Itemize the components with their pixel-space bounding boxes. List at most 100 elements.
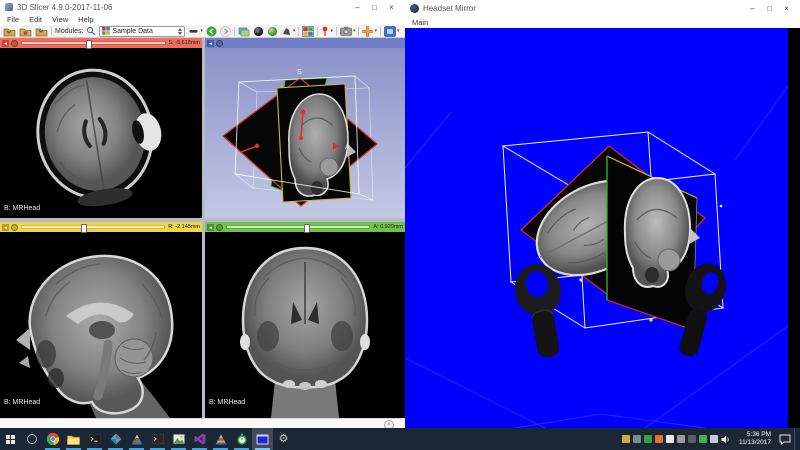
taskbar-headset-mirror-active[interactable] (252, 428, 273, 450)
module-spinner[interactable] (178, 28, 182, 35)
tray-icon-3[interactable] (644, 435, 652, 443)
yellow-slice-offset-slider[interactable] (20, 223, 166, 231)
slicer-toolbar: Modules: Sample Data ▾ ▾ ▾ (0, 25, 405, 38)
load-data-icon[interactable] (19, 26, 32, 37)
stamp-tool-icon[interactable]: ▾ (281, 26, 296, 37)
crosshair-icon[interactable]: ▾ (321, 26, 333, 37)
tray-icon-2[interactable] (633, 435, 641, 443)
taskbar-command-prompt[interactable] (84, 428, 105, 450)
image-viewer-icon (173, 434, 185, 444)
vr-scene (405, 28, 800, 428)
taskbar-visual-studio[interactable] (189, 428, 210, 450)
scene-views-icon[interactable] (238, 26, 250, 37)
pin-icon[interactable] (216, 40, 223, 47)
red-slice-offset-slider[interactable] (20, 39, 167, 47)
taskbar-stopwatch[interactable] (231, 428, 252, 450)
collapse-chevron-icon[interactable]: ◄ (2, 224, 9, 231)
yellow-slice-offset-label: R: -2.145mm (168, 224, 200, 230)
collapse-chevron-icon[interactable]: ◄ (207, 224, 214, 231)
markups-sphere-icon[interactable] (253, 26, 264, 37)
yellow-slice-view[interactable]: ◄ R: -2.145mm (0, 222, 202, 418)
volume-rendering-icon[interactable] (267, 26, 278, 37)
windows-taskbar: ⚙ 5:36 PM 11/13/2017 (0, 428, 800, 450)
screenshot-icon[interactable]: ▾ (340, 26, 356, 37)
minimize-button[interactable]: – (744, 4, 761, 13)
taskbar-slicer[interactable] (126, 428, 147, 450)
history-forward-icon[interactable] (220, 26, 231, 37)
headset-titlebar[interactable]: Headset Mirror – □ × (405, 0, 800, 16)
green-slice-view[interactable]: ◄ A: 6.929mm B: MRH (205, 222, 405, 418)
clock-date: 11/13/2017 (739, 439, 771, 447)
module-selector-combo[interactable]: Sample Data (99, 26, 185, 37)
tray-icon-4[interactable] (655, 435, 663, 443)
layout-selector-icon[interactable] (302, 26, 314, 37)
tray-icon-5[interactable] (666, 435, 674, 443)
axis-anterior-label: A (345, 144, 350, 151)
taskbar-chrome[interactable] (42, 428, 63, 450)
maximize-button[interactable]: □ (761, 4, 778, 13)
taskbar-command-prompt-2[interactable] (147, 428, 168, 450)
tray-icon-1[interactable] (622, 435, 630, 443)
load-dicom-icon[interactable] (3, 26, 16, 37)
menu-file[interactable]: File (2, 15, 24, 24)
action-center-icon[interactable] (779, 434, 791, 445)
tray-icon-9[interactable] (710, 435, 718, 443)
pin-icon[interactable] (11, 40, 18, 47)
menu-help[interactable]: Help (73, 15, 98, 24)
tray-icon-6[interactable] (677, 435, 685, 443)
chrome-icon (47, 433, 59, 445)
slicer-cone-icon (215, 434, 227, 445)
start-button[interactable] (0, 428, 21, 450)
save-icon[interactable] (35, 26, 48, 37)
show-module-panel-icon[interactable]: ▾ (188, 26, 203, 37)
headset-window-title: Headset Mirror (423, 4, 744, 13)
taskbar-slicer-diamond[interactable] (105, 428, 126, 450)
volume-icon[interactable] (721, 435, 731, 444)
collapse-chevron-icon[interactable]: ◄ (207, 40, 214, 47)
cortana-icon (27, 434, 37, 444)
taskbar-image-viewer[interactable] (168, 428, 189, 450)
modules-label: Modules: (55, 28, 83, 35)
place-markup-icon[interactable]: ▾ (362, 26, 377, 37)
taskbar-settings[interactable]: ⚙ (273, 428, 294, 450)
start-icon (6, 435, 15, 444)
collapse-chevron-icon[interactable]: ◄ (2, 40, 9, 47)
vr-viewport[interactable] (405, 28, 800, 428)
slicer-viewport: ◄ S: -5.618mm (0, 38, 405, 418)
menu-view[interactable]: View (47, 15, 73, 24)
close-button[interactable]: × (778, 4, 795, 13)
extensions-icon[interactable]: ▾ (384, 26, 400, 37)
module-search-icon[interactable] (86, 26, 96, 37)
show-desktop-button[interactable] (794, 428, 800, 450)
pin-icon[interactable] (216, 224, 223, 231)
headset-mirror-window: Headset Mirror – □ × Main (405, 0, 800, 428)
close-button[interactable]: × (383, 3, 400, 12)
green-slice-offset-slider[interactable] (225, 223, 371, 231)
visual-studio-icon (194, 433, 206, 445)
pin-icon[interactable] (11, 224, 18, 231)
taskbar-slicer-2[interactable] (210, 428, 231, 450)
headset-mirror-icon (256, 434, 269, 445)
history-back-icon[interactable] (206, 26, 217, 37)
menu-main[interactable]: Main (407, 18, 433, 27)
cortana-button[interactable] (21, 428, 42, 450)
slicer-status-bar: × (0, 418, 405, 428)
taskbar-clock[interactable]: 5:36 PM 11/13/2017 (734, 431, 776, 447)
green-view-node-label: B: MRHead (209, 399, 245, 406)
axis-superior-label: S (297, 69, 302, 76)
menu-edit[interactable]: Edit (24, 15, 47, 24)
file-explorer-icon (67, 434, 80, 445)
slicer-diamond-icon (110, 433, 122, 445)
tray-icon-8[interactable] (699, 435, 707, 443)
maximize-button[interactable]: □ (366, 3, 383, 12)
threeD-view[interactable]: ◄ (205, 38, 405, 218)
slicer-window: 3D Slicer 4.9.0-2017-11-06 – □ × File Ed… (0, 0, 406, 428)
stopwatch-icon (236, 433, 248, 445)
red-slice-view[interactable]: ◄ S: -5.618mm (0, 38, 202, 218)
slicer-app-icon (5, 3, 13, 11)
tray-icon-7[interactable] (688, 435, 696, 443)
minimize-button[interactable]: – (349, 3, 366, 12)
taskbar-file-explorer[interactable] (63, 428, 84, 450)
green-slice-controller-bar: ◄ A: 6.929mm (205, 222, 405, 232)
slicer-titlebar[interactable]: 3D Slicer 4.9.0-2017-11-06 – □ × (0, 0, 405, 14)
